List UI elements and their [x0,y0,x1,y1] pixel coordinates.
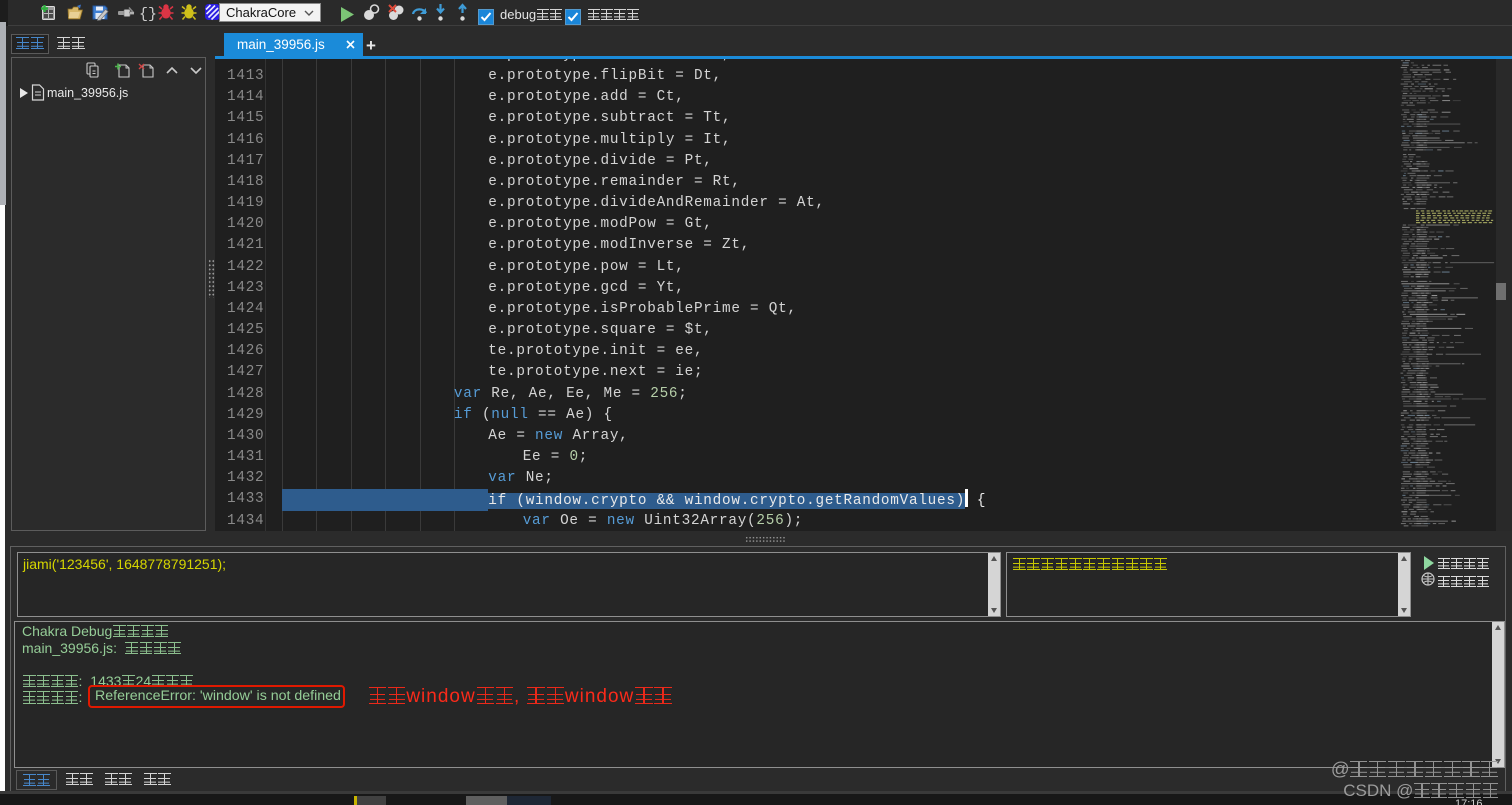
svg-text:{}: {} [139,6,157,23]
